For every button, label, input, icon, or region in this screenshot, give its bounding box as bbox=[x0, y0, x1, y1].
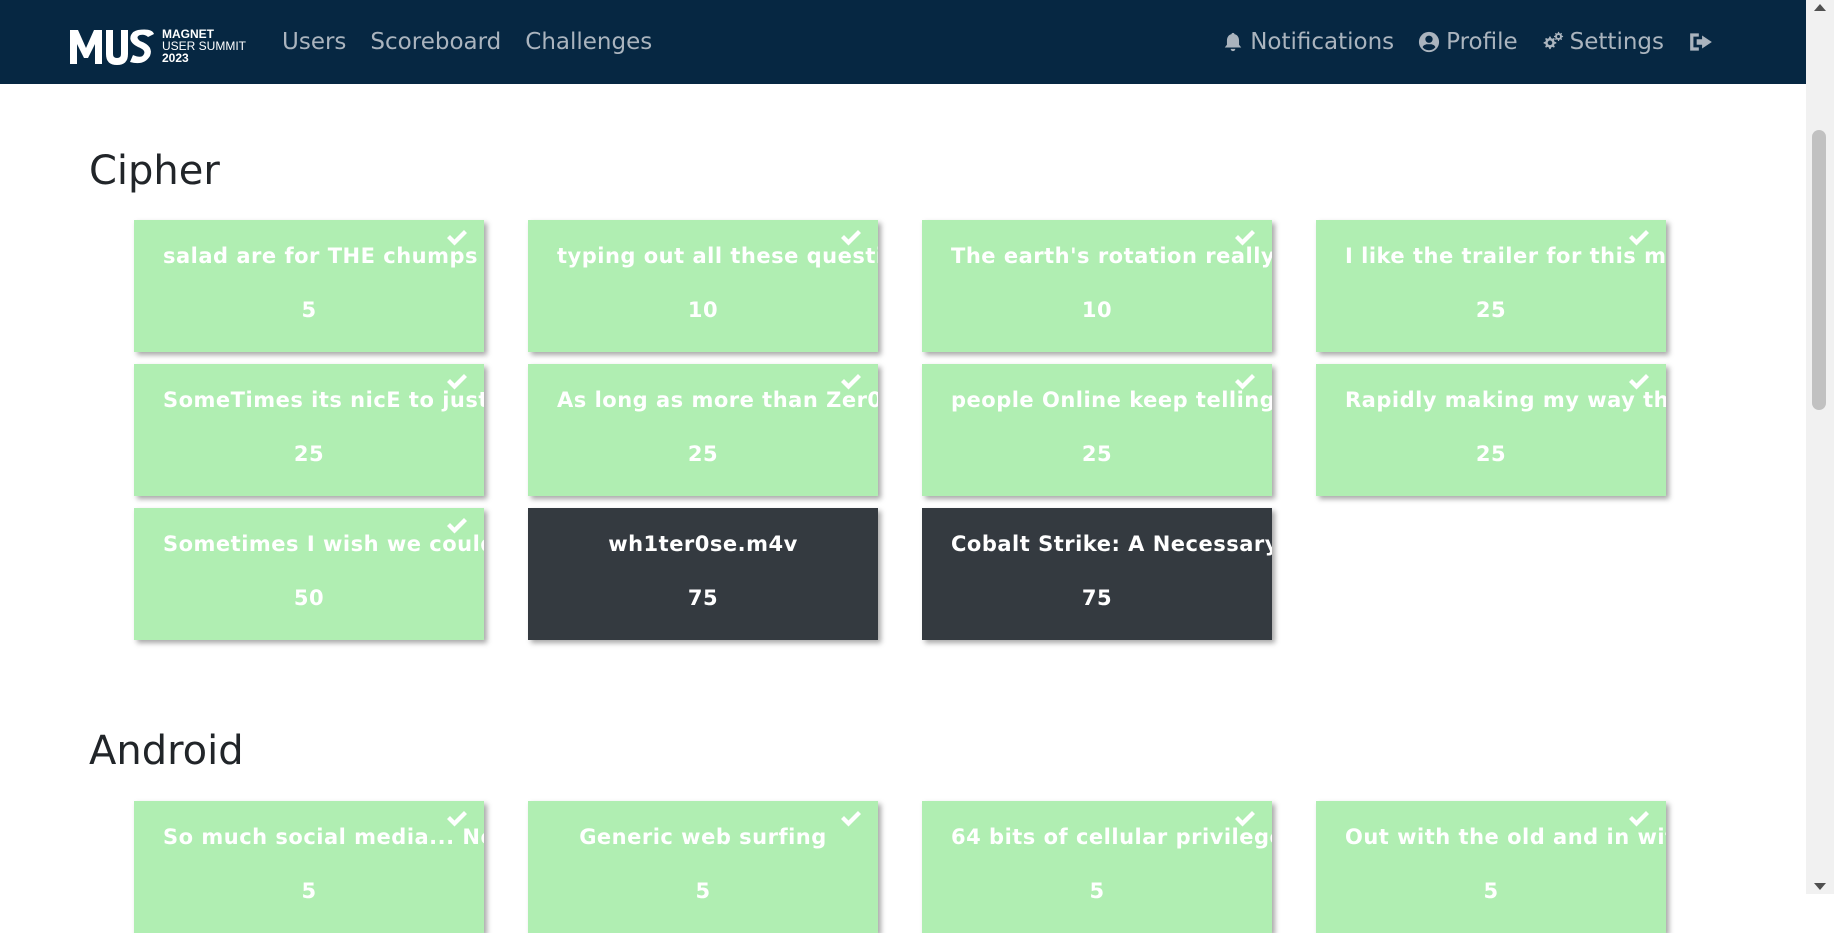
challenge-name: Generic web surfing bbox=[579, 825, 827, 849]
challenge-value: 5 bbox=[301, 298, 317, 322]
challenge-name: wh1ter0se.m4v bbox=[608, 532, 798, 556]
challenge-value: 10 bbox=[687, 298, 719, 322]
check-icon bbox=[445, 809, 469, 829]
challenge-value: 25 bbox=[293, 442, 325, 466]
check-icon bbox=[445, 228, 469, 248]
check-icon bbox=[1233, 809, 1257, 829]
challenge-value: 25 bbox=[687, 442, 719, 466]
challenge-value: 75 bbox=[1081, 586, 1113, 610]
challenge-name: SomeTimes its nicE to just sto bbox=[163, 388, 484, 412]
nav-settings[interactable]: Settings bbox=[1542, 29, 1664, 55]
check-icon bbox=[1233, 228, 1257, 248]
challenge-name: 64 bits of cellular privileges... bbox=[951, 825, 1272, 849]
challenge-name: Rapidly making my way throug bbox=[1345, 388, 1666, 412]
user-circle-icon bbox=[1419, 31, 1440, 53]
challenge-name: I like the trailer for this movie bbox=[1345, 244, 1666, 268]
challenge-name: The earth's rotation really ma bbox=[951, 244, 1272, 268]
challenge-card[interactable]: SomeTimes its nicE to just sto 25 bbox=[134, 364, 484, 496]
challenge-value: 10 bbox=[1081, 298, 1113, 322]
check-icon bbox=[839, 228, 863, 248]
brand-text: MAGNET USER SUMMIT 2023 bbox=[162, 28, 246, 64]
nav-settings-label: Settings bbox=[1569, 29, 1664, 55]
mus-logo-icon bbox=[70, 29, 154, 65]
challenge-value: 25 bbox=[1475, 442, 1507, 466]
challenge-card[interactable]: I like the trailer for this movie 25 bbox=[1316, 220, 1666, 352]
top-navbar: MAGNET USER SUMMIT 2023 Users Scoreboard… bbox=[0, 0, 1806, 84]
challenge-value: 25 bbox=[1475, 298, 1507, 322]
scrollbar-thumb[interactable] bbox=[1812, 130, 1826, 410]
challenge-card[interactable]: Generic web surfing 5 bbox=[528, 801, 878, 933]
challenge-name: typing out all these questions bbox=[557, 244, 878, 268]
check-icon bbox=[839, 372, 863, 392]
check-icon bbox=[445, 516, 469, 536]
nav-challenges[interactable]: Challenges bbox=[525, 29, 652, 55]
nav-scoreboard[interactable]: Scoreboard bbox=[370, 29, 501, 55]
challenge-card[interactable]: As long as more than Zer0 peo 25 bbox=[528, 364, 878, 496]
challenge-value: 50 bbox=[293, 586, 325, 610]
check-icon bbox=[1627, 228, 1651, 248]
challenge-value: 5 bbox=[1089, 879, 1105, 903]
gears-icon bbox=[1543, 31, 1563, 50]
category-title-android: Android bbox=[89, 728, 244, 774]
challenge-card[interactable]: people Online keep telling me 25 bbox=[922, 364, 1272, 496]
check-icon bbox=[839, 809, 863, 829]
nav-logout[interactable] bbox=[1688, 29, 1714, 55]
challenge-card[interactable]: salad are for THE chumps 5 bbox=[134, 220, 484, 352]
challenge-card[interactable]: Sometimes I wish we could vis 50 bbox=[134, 508, 484, 640]
challenge-card[interactable]: So much social media... Need a 5 bbox=[134, 801, 484, 933]
scroll-up-arrow-icon[interactable] bbox=[1814, 4, 1826, 11]
challenge-value: 75 bbox=[687, 586, 719, 610]
bell-icon bbox=[1224, 32, 1242, 52]
challenge-name: Out with the old and in with th bbox=[1345, 825, 1666, 849]
nav-notifications[interactable]: Notifications bbox=[1222, 29, 1394, 55]
nav-notifications-label: Notifications bbox=[1250, 29, 1395, 55]
challenge-card[interactable]: 64 bits of cellular privileges... 5 bbox=[922, 801, 1272, 933]
secondary-nav: Notifications Profile Settings bbox=[1210, 0, 1726, 84]
challenge-value: 5 bbox=[301, 879, 317, 903]
page-scrollbar[interactable] bbox=[1806, 0, 1834, 894]
scroll-down-arrow-icon[interactable] bbox=[1814, 883, 1826, 890]
challenge-value: 5 bbox=[695, 879, 711, 903]
challenge-value: 5 bbox=[1483, 879, 1499, 903]
challenge-card[interactable]: Rapidly making my way throug 25 bbox=[1316, 364, 1666, 496]
primary-nav: Users Scoreboard Challenges bbox=[270, 0, 664, 84]
nav-profile[interactable]: Profile bbox=[1418, 29, 1518, 55]
challenge-card[interactable]: Cobalt Strike: A Necessary Ev 75 bbox=[922, 508, 1272, 640]
check-icon bbox=[445, 372, 469, 392]
challenge-name: Sometimes I wish we could vis bbox=[163, 532, 484, 556]
nav-profile-label: Profile bbox=[1446, 29, 1518, 55]
sign-out-icon bbox=[1690, 33, 1712, 51]
brand-logo[interactable]: MAGNET USER SUMMIT 2023 bbox=[68, 24, 246, 68]
challenge-value: 25 bbox=[1081, 442, 1113, 466]
challenge-card[interactable]: Out with the old and in with th 5 bbox=[1316, 801, 1666, 933]
category-title-cipher: Cipher bbox=[89, 148, 220, 194]
nav-users[interactable]: Users bbox=[282, 29, 346, 55]
challenge-name: people Online keep telling me bbox=[951, 388, 1272, 412]
challenge-card[interactable]: wh1ter0se.m4v 75 bbox=[528, 508, 878, 640]
check-icon bbox=[1627, 809, 1651, 829]
challenge-name: salad are for THE chumps bbox=[163, 244, 479, 268]
challenge-name: Cobalt Strike: A Necessary Ev bbox=[951, 532, 1272, 556]
check-icon bbox=[1233, 372, 1257, 392]
challenge-name: So much social media... Need a bbox=[163, 825, 484, 849]
challenge-name: As long as more than Zer0 peo bbox=[557, 388, 878, 412]
challenge-card[interactable]: The earth's rotation really ma 10 bbox=[922, 220, 1272, 352]
brand-line-3: 2023 bbox=[162, 51, 189, 65]
check-icon bbox=[1627, 372, 1651, 392]
challenge-card[interactable]: typing out all these questions 10 bbox=[528, 220, 878, 352]
